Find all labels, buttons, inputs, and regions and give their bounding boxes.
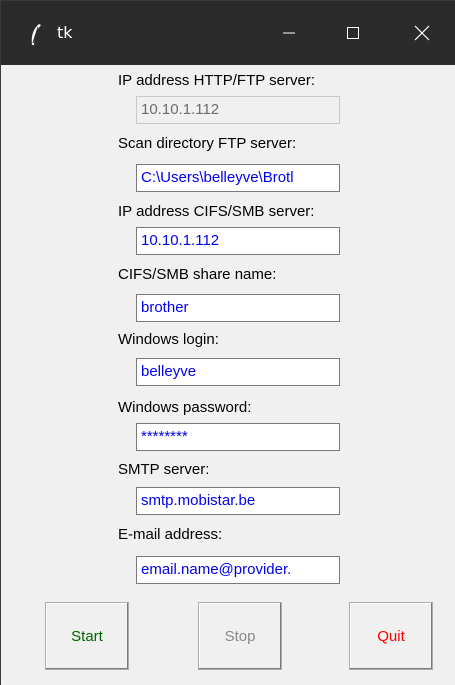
label-windows-login: Windows login:: [118, 331, 219, 348]
window-title: tk: [57, 23, 73, 42]
start-button[interactable]: Start: [45, 602, 129, 670]
windows-login-input[interactable]: belleyve: [136, 358, 340, 386]
stop-button[interactable]: Stop: [198, 602, 282, 670]
windows-password-input[interactable]: ********: [136, 423, 340, 451]
label-cifs-smb-ip: IP address CIFS/SMB server:: [118, 203, 315, 220]
minimize-button[interactable]: [255, 1, 323, 65]
close-icon: [414, 25, 430, 41]
label-smtp-server: SMTP server:: [118, 461, 210, 478]
smtp-server-input[interactable]: smtp.mobistar.be: [136, 487, 340, 515]
email-address-input[interactable]: email.name@provider.: [136, 556, 340, 584]
label-email-address: E-mail address:: [118, 526, 223, 543]
label-windows-password: Windows password:: [118, 399, 252, 416]
label-http-ftp-ip: IP address HTTP/FTP server:: [118, 72, 315, 89]
share-name-input[interactable]: brother: [136, 294, 340, 322]
label-scan-directory: Scan directory FTP server:: [118, 135, 297, 152]
http-ftp-ip-input[interactable]: 10.10.1.112: [136, 96, 340, 124]
scan-directory-input[interactable]: C:\Users\belleyve\Brotl: [136, 164, 340, 192]
label-share-name: CIFS/SMB share name:: [118, 266, 277, 283]
minimize-icon: [283, 32, 295, 34]
close-button[interactable]: [388, 1, 455, 65]
maximize-button[interactable]: [319, 1, 387, 65]
quit-button[interactable]: Quit: [349, 602, 433, 670]
tk-feather-icon: [31, 24, 41, 45]
app-window: tk IP address HTTP/FTP server: 10.10.1.1…: [0, 0, 455, 685]
cifs-smb-ip-input[interactable]: 10.10.1.112: [136, 227, 340, 255]
maximize-icon: [347, 27, 359, 39]
title-bar[interactable]: tk: [1, 1, 455, 65]
